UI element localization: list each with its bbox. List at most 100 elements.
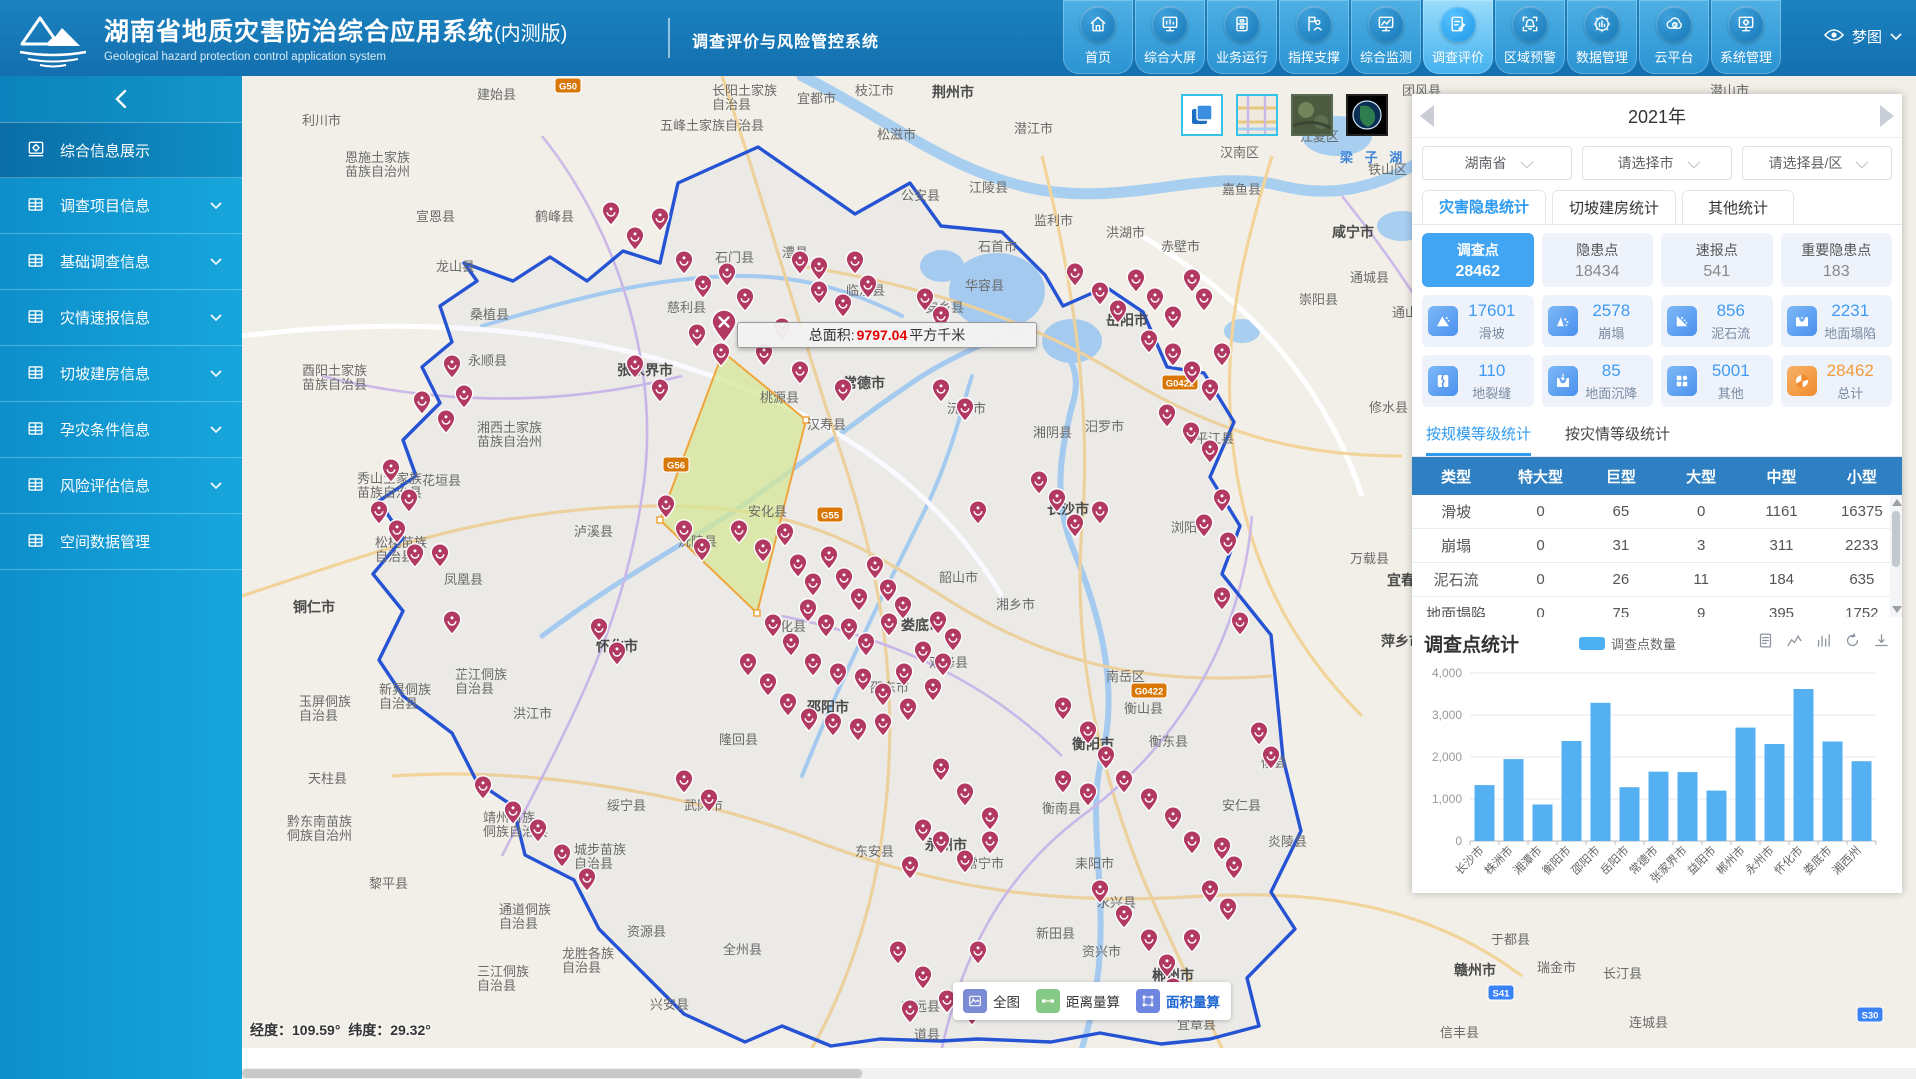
horizontal-scrollbar[interactable]	[242, 1068, 1916, 1079]
bar[interactable]	[1707, 791, 1727, 841]
layers-icon[interactable]	[1181, 94, 1223, 136]
summary-card-4[interactable]: 重要隐患点 183	[1781, 233, 1893, 287]
tab-1[interactable]: 灾害隐患统计	[1422, 190, 1546, 224]
nav-item-10[interactable]: 系统管理	[1711, 0, 1781, 74]
sub-tab-1[interactable]: 按规模等级统计	[1426, 423, 1531, 456]
nav-item-4[interactable]: 指挥支撑	[1279, 0, 1349, 74]
map-place-label: 监利市	[1034, 213, 1073, 228]
type-card-5[interactable]: 110 地裂缝	[1422, 355, 1534, 407]
globe-basemap-button[interactable]	[1346, 94, 1388, 136]
region-select-1[interactable]: 湖南省	[1422, 146, 1572, 180]
bar[interactable]	[1562, 741, 1582, 841]
nav-item-2[interactable]: 综合大屏	[1135, 0, 1205, 74]
nav-item-6[interactable]: 调查评价	[1423, 0, 1493, 74]
measure-tool-3[interactable]: 面积量算	[1136, 989, 1220, 1013]
nav-item-7[interactable]: 区域预警	[1495, 0, 1565, 74]
column-header: 小型	[1822, 466, 1902, 487]
polygon-vertex-handle[interactable]	[657, 517, 663, 523]
bar[interactable]	[1794, 689, 1814, 841]
bar[interactable]	[1591, 703, 1611, 841]
nav-item-8[interactable]: 数据管理	[1567, 0, 1637, 74]
bar[interactable]	[1504, 759, 1524, 841]
table-row[interactable]: 泥石流02611184635	[1412, 563, 1902, 597]
polygon-vertex-handle[interactable]	[754, 610, 760, 616]
sidebar-item-1[interactable]: 综合信息展示	[0, 122, 242, 178]
tab-2[interactable]: 切坡建房统计	[1552, 190, 1676, 224]
bar[interactable]	[1649, 772, 1669, 841]
measure-tool-2[interactable]: 距离量算	[1036, 989, 1120, 1013]
sidebar-item-3[interactable]: 基础调查信息	[0, 234, 242, 290]
chevron-down-icon[interactable]	[1890, 28, 1902, 45]
type-card-1[interactable]: 17601 滑坡	[1422, 295, 1534, 347]
street-basemap-button[interactable]	[1236, 94, 1278, 136]
map-place-label: 汉寿县	[807, 417, 846, 432]
type-card-7[interactable]: 5001 其他	[1661, 355, 1773, 407]
region-select-2[interactable]: 请选择市	[1582, 146, 1732, 180]
chevron-down-icon	[1520, 155, 1533, 168]
year-prev-button[interactable]	[1420, 105, 1434, 127]
sidebar-item-label: 灾情速报信息	[60, 307, 210, 328]
sidebar-collapse-button[interactable]	[0, 76, 242, 122]
map-place-label: 安仁县	[1222, 798, 1261, 813]
bar[interactable]	[1765, 744, 1785, 841]
nav-item-5[interactable]: 综合监测	[1351, 0, 1421, 74]
nav-item-1[interactable]: 首页	[1063, 0, 1133, 74]
map-place-label: 通城县	[1350, 270, 1389, 285]
table-cell: 0	[1500, 537, 1580, 554]
bar[interactable]	[1475, 785, 1495, 841]
bar[interactable]	[1823, 742, 1843, 842]
table-row[interactable]: 滑坡0650116116375	[1412, 495, 1902, 529]
line-chart-icon[interactable]	[1786, 632, 1803, 654]
map-place-label: 凤凰县	[444, 572, 483, 587]
column-header: 类型	[1412, 466, 1500, 487]
bar[interactable]	[1736, 728, 1756, 841]
sidebar-item-6[interactable]: 孕灾条件信息	[0, 402, 242, 458]
chart-legend[interactable]: 调查点数量	[1579, 634, 1676, 653]
distance-icon	[1036, 989, 1060, 1013]
measure-tool-1[interactable]: 全图	[963, 989, 1020, 1013]
eye-icon[interactable]	[1824, 28, 1844, 46]
type-card-4[interactable]: 2231 地面塌陷	[1781, 295, 1893, 347]
table-row[interactable]: 崩塌03133112233	[1412, 529, 1902, 563]
survey-bar-chart[interactable]: 01,0002,0003,0004,000长沙市株洲市湘潭市衡阳市邵阳市岳阳市常…	[1424, 663, 1888, 891]
sidebar-item-2[interactable]: 调查项目信息	[0, 178, 242, 234]
svg-text:S41: S41	[1493, 989, 1511, 1000]
nav-label: 业务运行	[1216, 47, 1268, 66]
sub-tab-2[interactable]: 按灾情等级统计	[1565, 423, 1670, 456]
sidebar-item-5[interactable]: 切坡建房信息	[0, 346, 242, 402]
satellite-basemap-button[interactable]	[1291, 94, 1333, 136]
bar-chart-icon[interactable]	[1815, 632, 1832, 654]
summary-card-1[interactable]: 调查点 28462	[1422, 233, 1534, 287]
bar[interactable]	[1678, 772, 1698, 841]
table-scrollbar[interactable]	[1890, 495, 1902, 617]
bar[interactable]	[1852, 761, 1872, 841]
type-card-2[interactable]: 2578 崩塌	[1542, 295, 1654, 347]
chevron-down-icon	[210, 482, 222, 490]
data-view-icon[interactable]	[1757, 632, 1774, 654]
refresh-icon[interactable]	[1844, 632, 1861, 654]
summary-card-2[interactable]: 隐患点 18434	[1542, 233, 1654, 287]
tab-3[interactable]: 其他统计	[1682, 190, 1794, 224]
type-card-8[interactable]: 28462 总计	[1781, 355, 1893, 407]
sidebar-item-7[interactable]: 风险评估信息	[0, 458, 242, 514]
map-place-label: 泸溪县	[574, 524, 613, 539]
user-name[interactable]: 梦图	[1852, 26, 1882, 47]
type-card-3[interactable]: 856 泥石流	[1661, 295, 1773, 347]
type-card-6[interactable]: 85 地面沉降	[1542, 355, 1654, 407]
sidebar-item-4[interactable]: 灾情速报信息	[0, 290, 242, 346]
map-place-label: 连城县	[1629, 1015, 1668, 1030]
nav-item-9[interactable]: 云平台	[1639, 0, 1709, 74]
app-title: 湖南省地质灾害防治综合应用系统	[104, 18, 494, 46]
svg-text:G56: G56	[667, 461, 685, 472]
download-icon[interactable]	[1873, 632, 1890, 654]
sidebar-item-8[interactable]: 空间数据管理	[0, 514, 242, 570]
year-next-button[interactable]	[1880, 105, 1894, 127]
card-label: 崩塌	[1578, 323, 1646, 342]
bar[interactable]	[1620, 787, 1640, 841]
bar[interactable]	[1533, 805, 1553, 842]
table-row[interactable]: 地面塌陷07593951752	[1412, 597, 1902, 617]
summary-card-3[interactable]: 速报点 541	[1661, 233, 1773, 287]
column-header: 大型	[1661, 466, 1741, 487]
nav-item-3[interactable]: 业务运行	[1207, 0, 1277, 74]
region-select-3[interactable]: 请选择县/区	[1742, 146, 1892, 180]
